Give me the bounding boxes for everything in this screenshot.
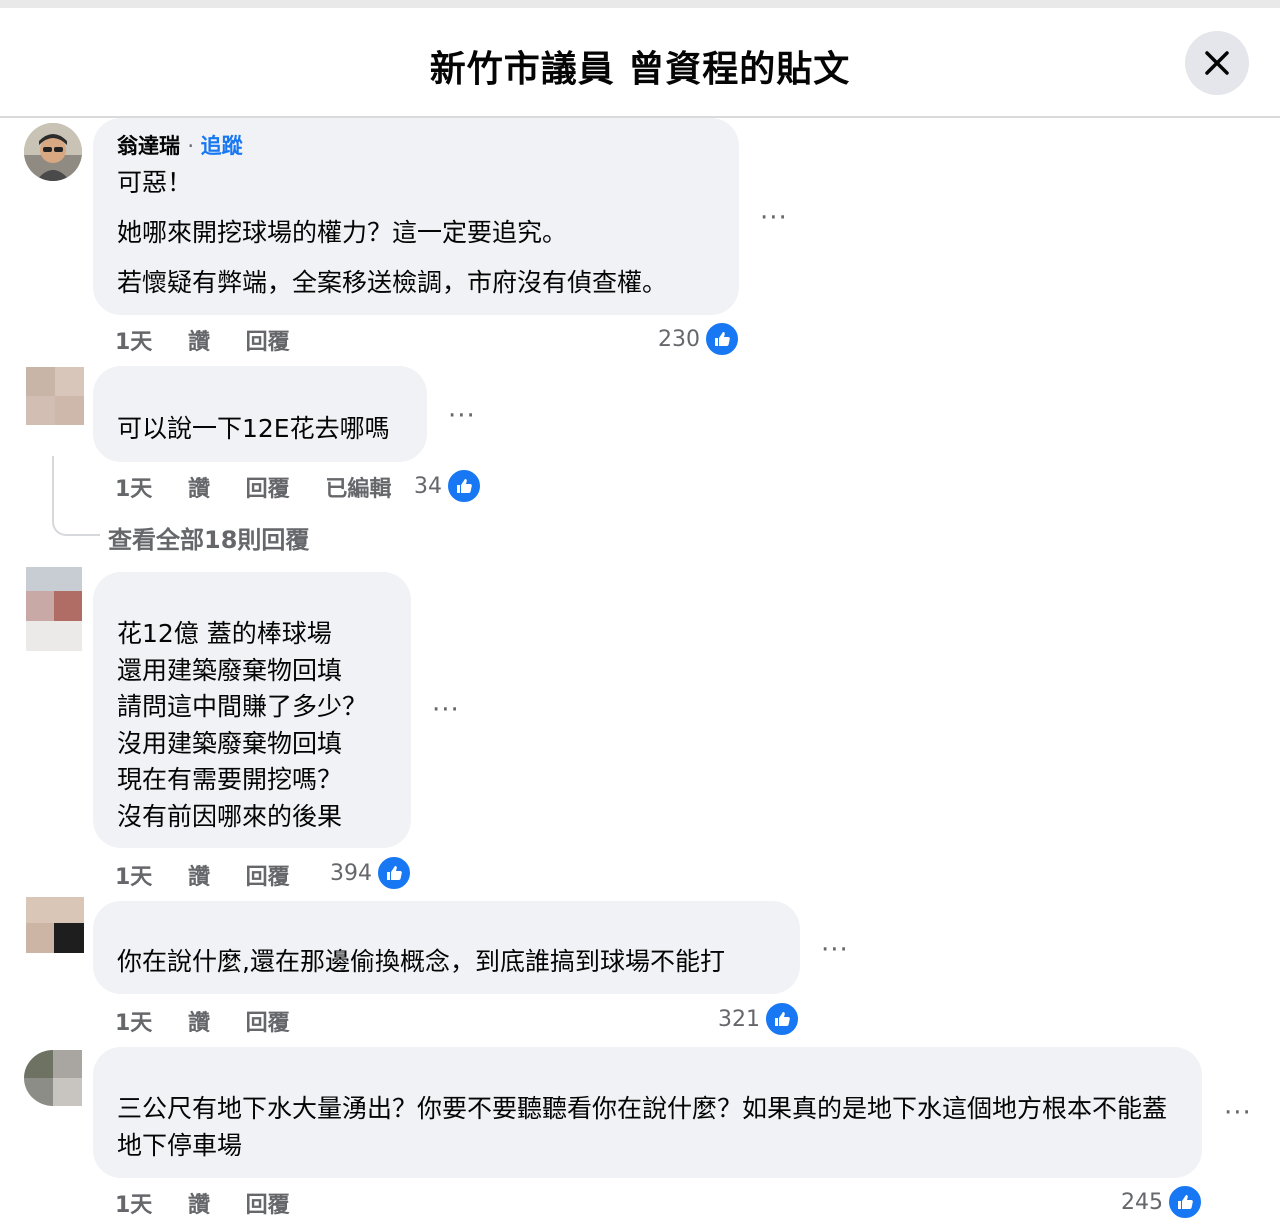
like-count: 230: [658, 326, 700, 352]
reply-link[interactable]: 回覆: [246, 865, 290, 890]
comment-text: 可惡！ 她哪來開挖球場的權力？這一定要追究。 若懷疑有弊端，全案移送檢調，市府沒…: [117, 164, 715, 301]
comment-actions: 1天 讚 回覆: [115, 1005, 318, 1037]
comment-time[interactable]: 1天: [115, 1011, 152, 1036]
like-count: 394: [330, 860, 372, 886]
reaction-count[interactable]: 230: [658, 321, 740, 357]
reply-link[interactable]: 回覆: [246, 1011, 290, 1036]
dialog-header: 新竹市議員 曾資程的貼文: [0, 8, 1280, 118]
more-dots-icon[interactable]: ···: [821, 937, 849, 963]
comment-line: 請問這中間賺了多少？: [117, 692, 368, 721]
dialog-title: 新竹市議員 曾資程的貼文: [429, 49, 851, 90]
avatar-image: [24, 123, 82, 181]
thumbs-up-icon: [376, 855, 412, 891]
reply-link[interactable]: 回覆: [246, 330, 290, 355]
thumbs-up-icon: [1167, 1184, 1203, 1220]
comment-text: 三公尺有地下水大量湧出？你要不要聽聽看你在說什麼？如果真的是地下水這個地方根本不…: [117, 1091, 1178, 1164]
comment-text: 可以說一下12E花去哪嗎: [117, 410, 403, 447]
like-link[interactable]: 讚: [188, 477, 210, 502]
comment-actions: 1天 讚 回覆: [115, 324, 318, 356]
reaction-count[interactable]: 245: [1121, 1184, 1203, 1220]
reaction-count[interactable]: 394: [330, 855, 412, 891]
comment-line: 三公尺有地下水大量湧出？你要不要聽聽看你在說什麼？如果真的是地下水這個地方根本不…: [117, 1094, 1168, 1160]
comment-time[interactable]: 1天: [115, 330, 152, 355]
comment-line: 沒用建築廢棄物回填: [117, 728, 343, 758]
comment-bubble: 三公尺有地下水大量湧出？你要不要聽聽看你在說什麼？如果真的是地下水這個地方根本不…: [93, 1047, 1202, 1178]
like-link[interactable]: 讚: [188, 1011, 210, 1036]
more-dots-icon[interactable]: ···: [1224, 1100, 1252, 1126]
comment-bubble: 可以說一下12E花去哪嗎: [93, 366, 427, 462]
comment-line: 她哪來開挖球場的權力？這一定要追究。: [117, 218, 568, 247]
thumbs-up-icon: [704, 321, 740, 357]
more-dots-icon[interactable]: ···: [760, 205, 788, 231]
like-link[interactable]: 讚: [188, 865, 210, 890]
comment-line: 還用建築廢棄物回填: [117, 655, 343, 685]
follow-link[interactable]: 追蹤: [201, 134, 243, 158]
comment-time[interactable]: 1天: [115, 865, 152, 890]
comment-line: 花12億 蓋的棒球場: [117, 619, 332, 648]
comment-bubble: 你在說什麼,還在那邊偷換概念，到底誰搞到球場不能打: [93, 901, 800, 994]
like-count: 34: [414, 473, 442, 499]
comment-bubble: 花12億 蓋的棒球場 還用建築廢棄物回填 請問這中間賺了多少？ 沒用建築廢棄物回…: [93, 572, 411, 848]
reaction-count[interactable]: 321: [718, 1001, 800, 1037]
avatar[interactable]: [26, 567, 82, 651]
reaction-count[interactable]: 34: [414, 468, 482, 504]
more-dots-icon[interactable]: ···: [448, 403, 476, 429]
window-top-strip: [0, 0, 1280, 8]
comment-actions: 1天 讚 回覆: [115, 859, 318, 891]
close-icon: [1205, 51, 1229, 75]
comment-line: 沒有前因哪來的後果: [117, 801, 343, 831]
thumbs-up-icon: [446, 468, 482, 504]
avatar[interactable]: [24, 123, 82, 181]
edited-label: 已編輯: [325, 477, 392, 502]
comment-bubble: 翁達瑞 · 追蹤 可惡！ 她哪來開挖球場的權力？這一定要追究。 若懷疑有弊端，全…: [93, 118, 739, 315]
avatar[interactable]: [26, 367, 84, 425]
thumbs-up-icon: [764, 1001, 800, 1037]
reply-link[interactable]: 回覆: [246, 477, 290, 502]
reply-thread-line: [52, 456, 100, 536]
separator-dot: ·: [187, 134, 201, 158]
more-dots-icon[interactable]: ···: [432, 697, 460, 723]
comment-text: 你在說什麼,還在那邊偷換概念，到底誰搞到球場不能打: [117, 943, 776, 980]
close-button[interactable]: [1185, 31, 1249, 95]
like-link[interactable]: 讚: [188, 1193, 210, 1218]
like-link[interactable]: 讚: [188, 330, 210, 355]
comment-line: 若懷疑有弊端，全案移送檢調，市府沒有偵查權。: [117, 268, 668, 297]
avatar[interactable]: [24, 1050, 82, 1106]
comment-line: 可以說一下12E花去哪嗎: [117, 414, 390, 443]
comment-line: 你在說什麼,還在那邊偷換概念，到底誰搞到球場不能打: [117, 947, 725, 976]
comment-line: 可惡！: [117, 168, 193, 197]
avatar[interactable]: [26, 897, 84, 953]
comment-author[interactable]: 翁達瑞: [117, 134, 180, 158]
like-count: 321: [718, 1006, 760, 1032]
comment-actions: 1天 讚 回覆: [115, 1187, 318, 1219]
comment-time[interactable]: 1天: [115, 1193, 152, 1218]
comment-actions: 1天 讚 回覆 已編輯: [115, 471, 419, 503]
comment-text: 花12億 蓋的棒球場 還用建築廢棄物回填 請問這中間賺了多少？ 沒用建築廢棄物回…: [117, 616, 387, 835]
comment-line: 現在有需要開挖嗎？: [117, 765, 343, 794]
view-replies-link[interactable]: 查看全部18則回覆: [108, 520, 309, 555]
like-count: 245: [1121, 1189, 1163, 1215]
reply-link[interactable]: 回覆: [246, 1193, 290, 1218]
comment-time[interactable]: 1天: [115, 477, 152, 502]
